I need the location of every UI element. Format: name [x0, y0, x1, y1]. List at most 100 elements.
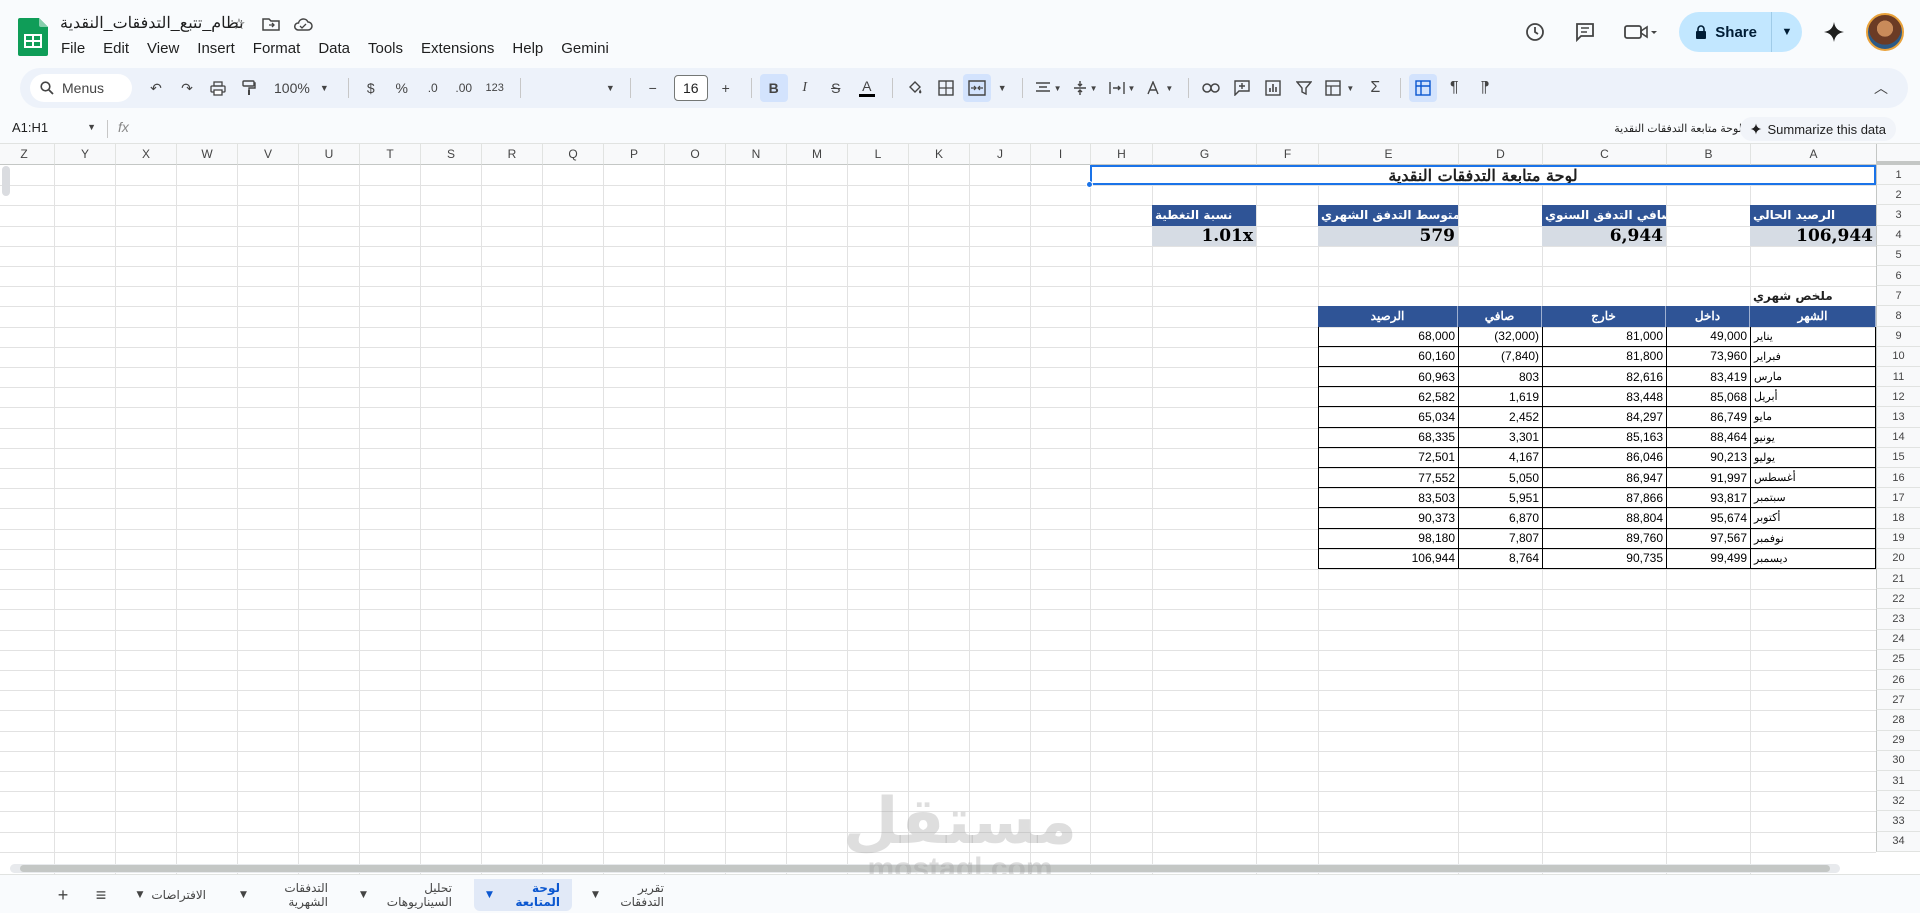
table-value-cell[interactable]: 4,167: [1458, 447, 1542, 468]
kpi-value[interactable]: 1.01x: [1152, 225, 1256, 246]
row-header-25[interactable]: 25: [1876, 649, 1920, 670]
document-title[interactable]: نظام_تتبع_التدفقات_النقدية: [60, 13, 244, 33]
column-header-r[interactable]: R: [481, 144, 542, 165]
table-value-cell[interactable]: 5,050: [1458, 468, 1542, 489]
row-header-27[interactable]: 27: [1876, 690, 1920, 711]
table-value-cell[interactable]: 8,764: [1458, 548, 1542, 569]
table-header-cell[interactable]: داخل: [1666, 306, 1750, 327]
column-header-i[interactable]: I: [1030, 144, 1090, 165]
sheet-tab[interactable]: لوحة المتابعة ▼: [474, 879, 572, 911]
rtl-paragraph-icon[interactable]: ¶: [1471, 74, 1499, 102]
redo-icon[interactable]: ↷: [173, 74, 201, 102]
table-value-cell[interactable]: 3,301: [1458, 427, 1542, 448]
table-value-cell[interactable]: (32,000): [1458, 326, 1542, 347]
cloud-status-icon[interactable]: [292, 13, 314, 35]
collapse-toolbar-icon[interactable]: ︿: [1867, 74, 1895, 102]
table-month-cell[interactable]: فبراير: [1750, 346, 1876, 367]
row-header-16[interactable]: 16: [1876, 468, 1920, 489]
menu-tools[interactable]: Tools: [359, 38, 412, 59]
column-header-n[interactable]: N: [725, 144, 786, 165]
row-header-18[interactable]: 18: [1876, 508, 1920, 529]
table-value-cell[interactable]: 106,944: [1318, 548, 1458, 569]
table-value-cell[interactable]: 83,448: [1542, 387, 1666, 408]
row-header-24[interactable]: 24: [1876, 629, 1920, 650]
formula-input[interactable]: لوحة متابعة التدفقات النقدية: [1614, 122, 1742, 135]
table-value-cell[interactable]: 81,800: [1542, 346, 1666, 367]
row-header-21[interactable]: 21: [1876, 569, 1920, 590]
column-header-l[interactable]: L: [847, 144, 908, 165]
table-month-cell[interactable]: أكتوبر: [1750, 508, 1876, 529]
zoom-select[interactable]: 100% ▼: [266, 74, 337, 102]
menu-format[interactable]: Format: [244, 38, 310, 59]
table-value-cell[interactable]: 68,000: [1318, 326, 1458, 347]
row-header-30[interactable]: 30: [1876, 750, 1920, 771]
insert-link-icon[interactable]: [1197, 74, 1225, 102]
table-value-cell[interactable]: 83,419: [1666, 367, 1750, 388]
table-value-cell[interactable]: 60,963: [1318, 367, 1458, 388]
filter-views-icon[interactable]: ▼: [1321, 74, 1358, 102]
table-value-cell[interactable]: 88,804: [1542, 508, 1666, 529]
text-wrap-icon[interactable]: ▼: [1105, 74, 1140, 102]
menu-insert[interactable]: Insert: [188, 38, 244, 59]
table-value-cell[interactable]: 99,499: [1666, 548, 1750, 569]
ltr-paragraph-icon[interactable]: ¶: [1440, 74, 1468, 102]
filter-icon[interactable]: [1290, 74, 1318, 102]
table-value-cell[interactable]: 88,464: [1666, 427, 1750, 448]
decrease-decimal-button[interactable]: .0: [419, 74, 447, 102]
column-header-m[interactable]: M: [786, 144, 847, 165]
table-value-cell[interactable]: 6,870: [1458, 508, 1542, 529]
column-header-d[interactable]: D: [1458, 144, 1542, 165]
table-value-cell[interactable]: 60,160: [1318, 346, 1458, 367]
sheet-tab[interactable]: الافتراضات ▼: [136, 879, 218, 911]
table-value-cell[interactable]: 84,297: [1542, 407, 1666, 428]
sheets-logo-icon[interactable]: [18, 18, 48, 56]
row-header-23[interactable]: 23: [1876, 609, 1920, 630]
sheet-tab[interactable]: تحليل السيناريوهات ▼: [348, 879, 464, 911]
menu-help[interactable]: Help: [503, 38, 552, 59]
percent-format-button[interactable]: %: [388, 74, 416, 102]
name-box[interactable]: A1:H1 ▼: [12, 120, 96, 135]
share-button[interactable]: Share: [1679, 12, 1772, 52]
fill-color-icon[interactable]: [901, 74, 929, 102]
table-value-cell[interactable]: 62,582: [1318, 387, 1458, 408]
row-header-29[interactable]: 29: [1876, 730, 1920, 751]
merge-cells-icon[interactable]: [962, 74, 991, 102]
table-value-cell[interactable]: 5,951: [1458, 488, 1542, 509]
vertical-scroll-thumb[interactable]: [2, 166, 10, 196]
menu-view[interactable]: View: [138, 38, 188, 59]
table-value-cell[interactable]: 72,501: [1318, 447, 1458, 468]
column-header-j[interactable]: J: [969, 144, 1030, 165]
increase-font-size-icon[interactable]: +: [712, 74, 740, 102]
version-history-icon[interactable]: [1517, 14, 1553, 50]
table-month-cell[interactable]: سبتمبر: [1750, 488, 1876, 509]
row-header-15[interactable]: 15: [1876, 447, 1920, 468]
table-header-cell[interactable]: الشهر: [1750, 306, 1876, 327]
caret-down-icon[interactable]: ▼: [136, 890, 143, 900]
column-header-a[interactable]: A: [1750, 144, 1876, 165]
insert-chart-icon[interactable]: [1259, 74, 1287, 102]
column-header-s[interactable]: S: [420, 144, 481, 165]
row-header-10[interactable]: 10: [1876, 346, 1920, 367]
table-value-cell[interactable]: 89,760: [1542, 528, 1666, 549]
comments-icon[interactable]: [1567, 14, 1603, 50]
gemini-spark-icon[interactable]: [1816, 14, 1852, 50]
table-value-cell[interactable]: 91,997: [1666, 468, 1750, 489]
row-header-17[interactable]: 17: [1876, 488, 1920, 509]
decrease-font-size-icon[interactable]: −: [639, 74, 667, 102]
sheet-tab[interactable]: التدفقات الشهرية ▼: [228, 879, 340, 911]
table-header-cell[interactable]: الرصيد: [1318, 306, 1458, 327]
spreadsheet-grid[interactable]: Z Y X W V U T S R Q P O N M L K J I H G F E D C B A 1 2 3 4 5 6 7 8 9 10 11 1…: [0, 144, 1920, 874]
column-header-t[interactable]: T: [359, 144, 420, 165]
row-header-5[interactable]: 5: [1876, 245, 1920, 266]
table-value-cell[interactable]: 90,213: [1666, 447, 1750, 468]
row-header-19[interactable]: 19: [1876, 528, 1920, 549]
table-value-cell[interactable]: 86,947: [1542, 468, 1666, 489]
table-month-cell[interactable]: نوفمبر: [1750, 528, 1876, 549]
menu-extensions[interactable]: Extensions: [412, 38, 503, 59]
column-header-b[interactable]: B: [1666, 144, 1750, 165]
menu-data[interactable]: Data: [309, 38, 359, 59]
share-dropdown-icon[interactable]: ▼: [1772, 12, 1802, 52]
text-rotation-icon[interactable]: ▼: [1142, 74, 1177, 102]
avatar[interactable]: [1866, 13, 1904, 51]
strikethrough-button[interactable]: S: [822, 74, 850, 102]
